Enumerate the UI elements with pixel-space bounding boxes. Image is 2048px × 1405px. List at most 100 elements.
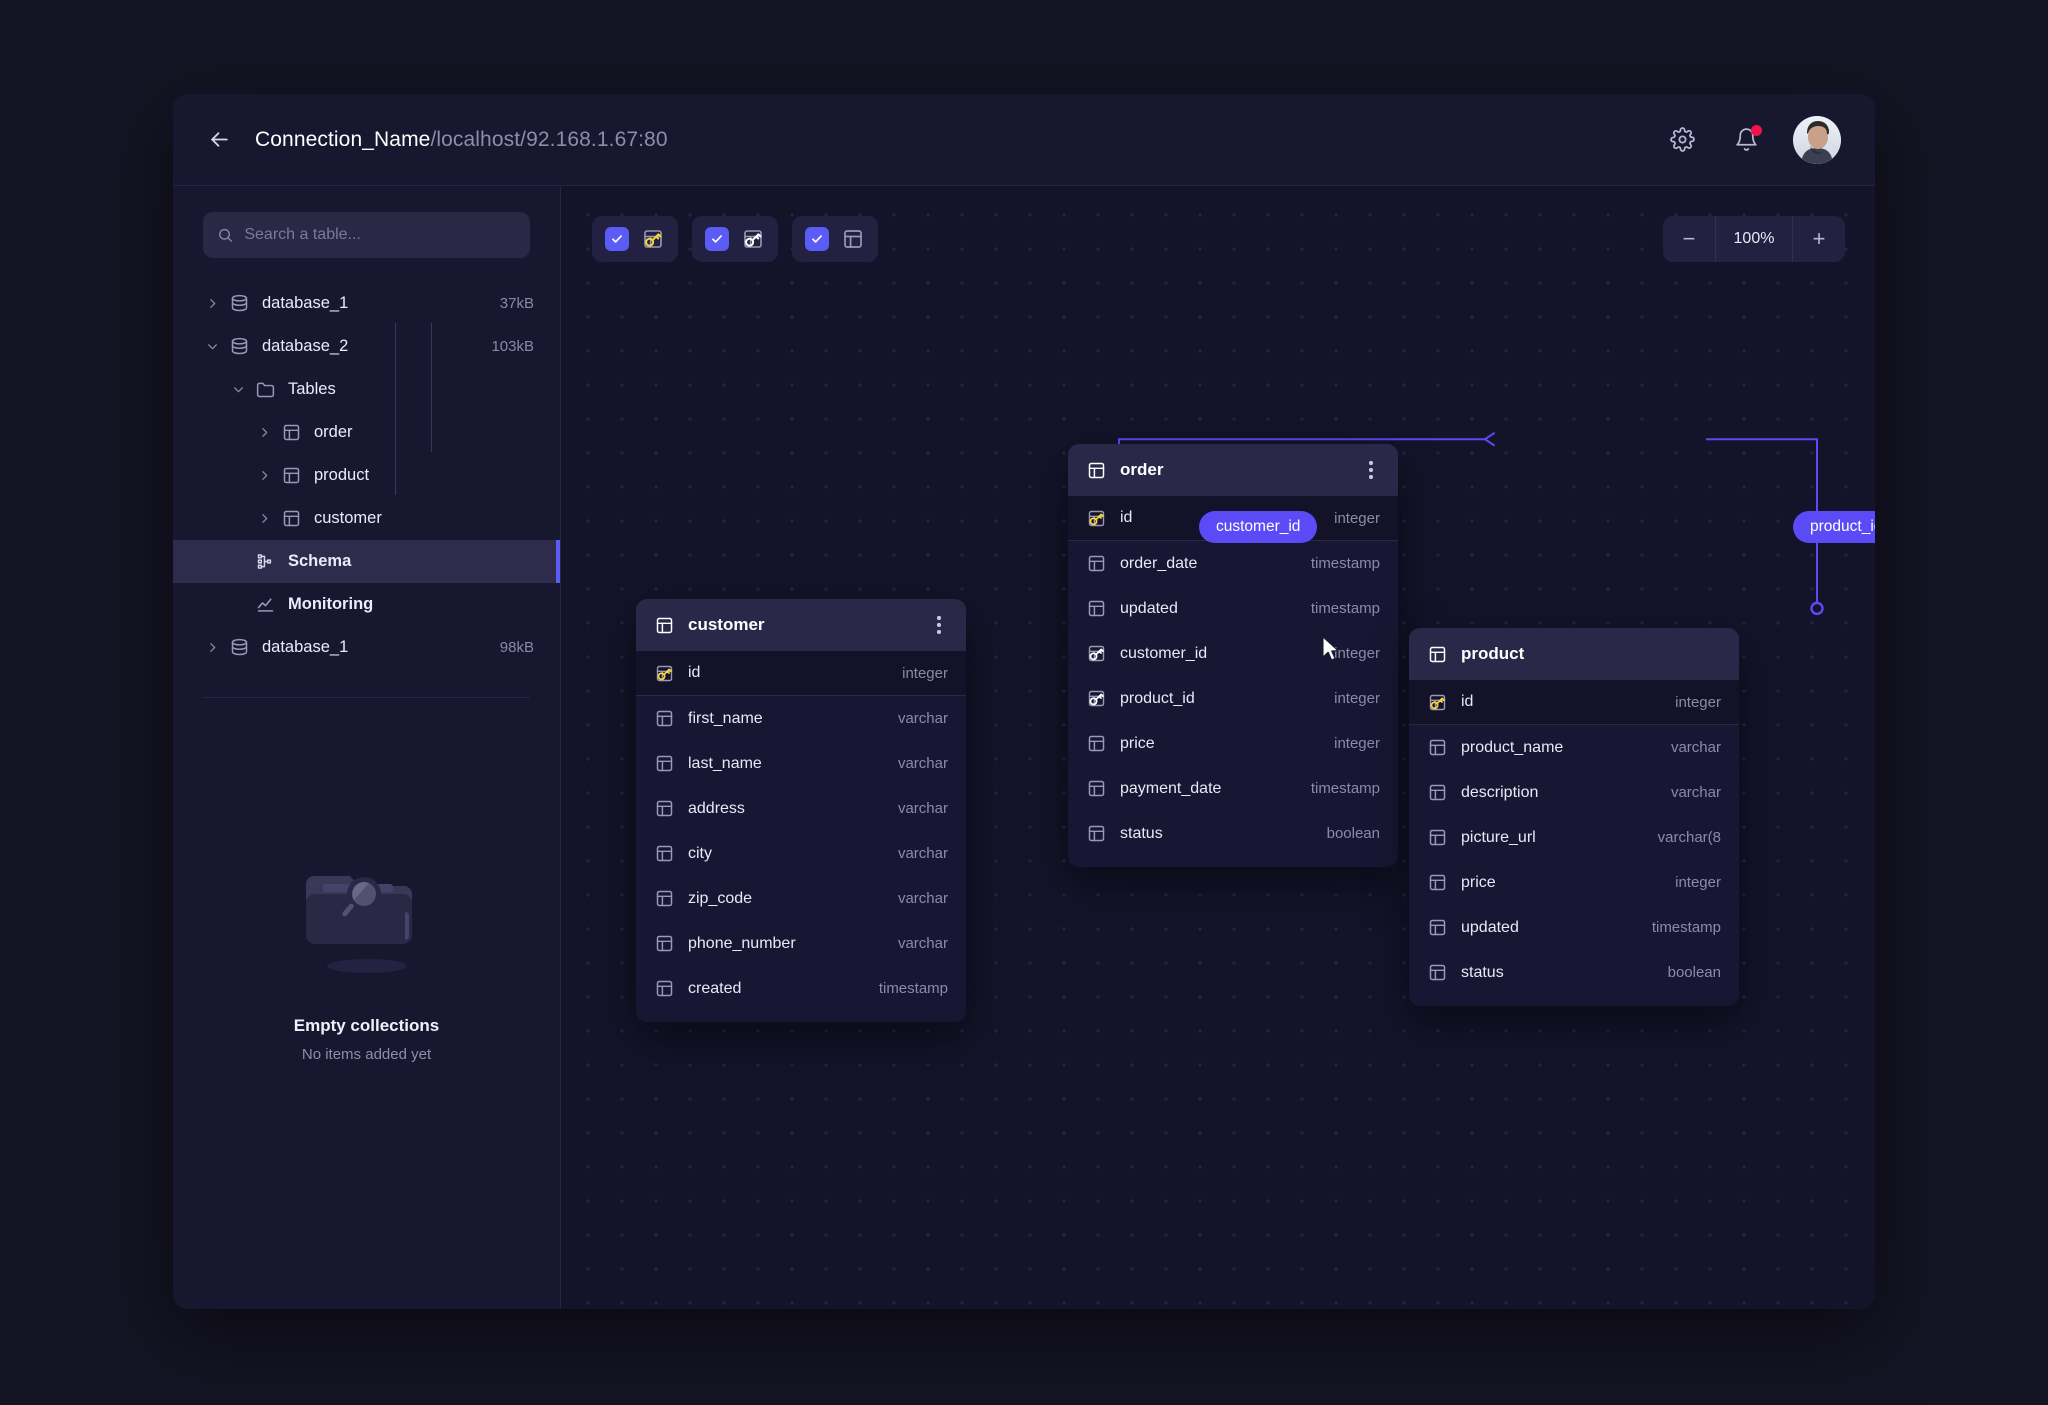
avatar[interactable] [1793,116,1841,164]
table-column-row[interactable]: updatedtimestamp [1409,905,1739,950]
relationship-pill-customer-id[interactable]: customer_id [1199,511,1317,543]
filter-columns[interactable] [792,216,878,262]
database-icon [225,637,253,658]
table-column-row[interactable]: cityvarchar [636,831,966,876]
sidebar-item-order[interactable]: order [173,411,560,454]
back-button[interactable] [199,120,239,160]
table-column-row[interactable]: zip_codevarchar [636,876,966,921]
table-icon [654,615,675,636]
node-bottom-padding [636,1011,966,1022]
primary-key-icon [641,227,665,251]
table-node-header[interactable]: product [1409,628,1739,680]
table-column-icon [654,843,675,864]
table-column-row[interactable]: addressvarchar [636,786,966,831]
sidebar-item-database_2[interactable]: database_2103kB [173,325,560,368]
table-column-row[interactable]: product_name varchar [1409,725,1739,770]
notifications-button[interactable] [1729,123,1763,157]
chevron-right-icon[interactable] [251,426,277,439]
chevron-down-icon [206,340,219,353]
sidebar-item-schema[interactable]: Schema [173,540,560,583]
table-node-customer[interactable]: customeridintegerfirst_namevarcharlast_n… [636,599,966,1022]
primary-key-icon [1086,508,1107,529]
table-column-row[interactable]: idinteger [636,651,966,696]
table-icon [1427,644,1448,665]
table-column-row[interactable]: priceinteger [1068,721,1398,766]
table-column-row[interactable]: updatedtimestamp [1068,586,1398,631]
column-type: integer [902,665,948,682]
sidebar-item-label: Monitoring [288,595,534,614]
table-column-row[interactable]: first_namevarchar [636,696,966,741]
kebab-menu-icon[interactable] [1360,457,1382,483]
column-name: product_name [1461,739,1658,757]
sidebar-item-label: order [314,423,534,442]
checkbox-3[interactable] [805,227,829,251]
sidebar-item-database_1[interactable]: database_198kB [173,626,560,669]
sidebar-item-product[interactable]: product [173,454,560,497]
table-column-row[interactable]: statusboolean [1068,811,1398,856]
chevron-right-icon [206,297,219,310]
chevron-down-icon[interactable] [225,383,251,396]
zoom-level-value[interactable]: 100% [1715,216,1793,262]
table-column-icon [841,227,865,251]
column-type: varchar [898,890,948,907]
table-node-product[interactable]: productidintegerproduct_namevarchardescr… [1409,628,1739,1006]
table-icon [1086,460,1107,481]
chevron-right-icon[interactable] [251,469,277,482]
chevron-right-icon[interactable] [251,512,277,525]
table-column-row[interactable]: priceinteger [1409,860,1739,905]
checkbox-2[interactable] [705,227,729,251]
sidebar-item-tables[interactable]: Tables [173,368,560,411]
sidebar-item-monitoring[interactable]: Monitoring [173,583,560,626]
table-node-header[interactable]: customer [636,599,966,651]
filter-foreign-keys[interactable] [692,216,778,262]
table-column-row[interactable]: order_datetimestamp [1068,541,1398,586]
table-column-icon [1427,962,1448,983]
table-column-row[interactable]: product_idinteger [1068,676,1398,721]
table-icon [1427,644,1448,665]
table-column-row[interactable]: payment_datetimestamp [1068,766,1398,811]
zoom-out-button[interactable]: − [1663,216,1715,262]
kebab-menu-icon[interactable] [928,612,950,638]
sidebar-item-customer[interactable]: customer [173,497,560,540]
checkbox-1[interactable] [605,227,629,251]
table-node-order[interactable]: orderidintegerorder_datetimestampupdated… [1068,444,1398,867]
column-name: first_name [688,710,885,728]
table-column-icon [1086,778,1107,799]
zoom-in-button[interactable]: + [1793,216,1845,262]
search-box[interactable] [203,212,530,258]
table-column-icon [654,888,675,909]
chevron-right-icon[interactable] [199,297,225,310]
search-input[interactable] [244,226,516,244]
table-column-row[interactable]: picture_urlvarchar(8 [1409,815,1739,860]
search-icon [217,226,233,244]
node-bottom-padding [1409,995,1739,1006]
column-type: integer [1675,874,1721,891]
empty-subtitle: No items added yet [302,1046,431,1063]
table-column-icon [1086,823,1107,844]
table-icon [277,422,305,443]
chevron-down-icon[interactable] [199,340,225,353]
table-column-row[interactable]: phone_numbervarchar [636,921,966,966]
zoom-control: − 100% + [1663,216,1845,262]
column-type: varchar [898,800,948,817]
table-column-row[interactable]: descriptionvarchar [1409,770,1739,815]
table-column-row[interactable]: idinteger [1409,680,1739,725]
header-actions [1665,116,1841,164]
sidebar-item-label: product [314,466,534,485]
table-column-row[interactable]: createdtimestamp [636,966,966,1011]
filter-primary-keys[interactable] [592,216,678,262]
relationship-pill-product-id[interactable]: product_id [1793,511,1875,543]
chevron-right-icon[interactable] [199,641,225,654]
column-name: payment_date [1120,780,1298,798]
schema-canvas[interactable]: − 100% + customer_id product_id customer… [561,186,1875,1309]
table-column-row[interactable]: customer_idinteger [1068,631,1398,676]
column-type: varchar [1671,739,1721,756]
table-column-row[interactable]: statusboolean [1409,950,1739,995]
folder-icon [255,379,276,400]
settings-button[interactable] [1665,123,1699,157]
sidebar-item-database_1[interactable]: database_137kB [173,282,560,325]
table-column-row[interactable]: last_namevarchar [636,741,966,786]
primary-key-icon [1427,692,1448,713]
table-node-header[interactable]: order [1068,444,1398,496]
column-type: varchar [1671,784,1721,801]
